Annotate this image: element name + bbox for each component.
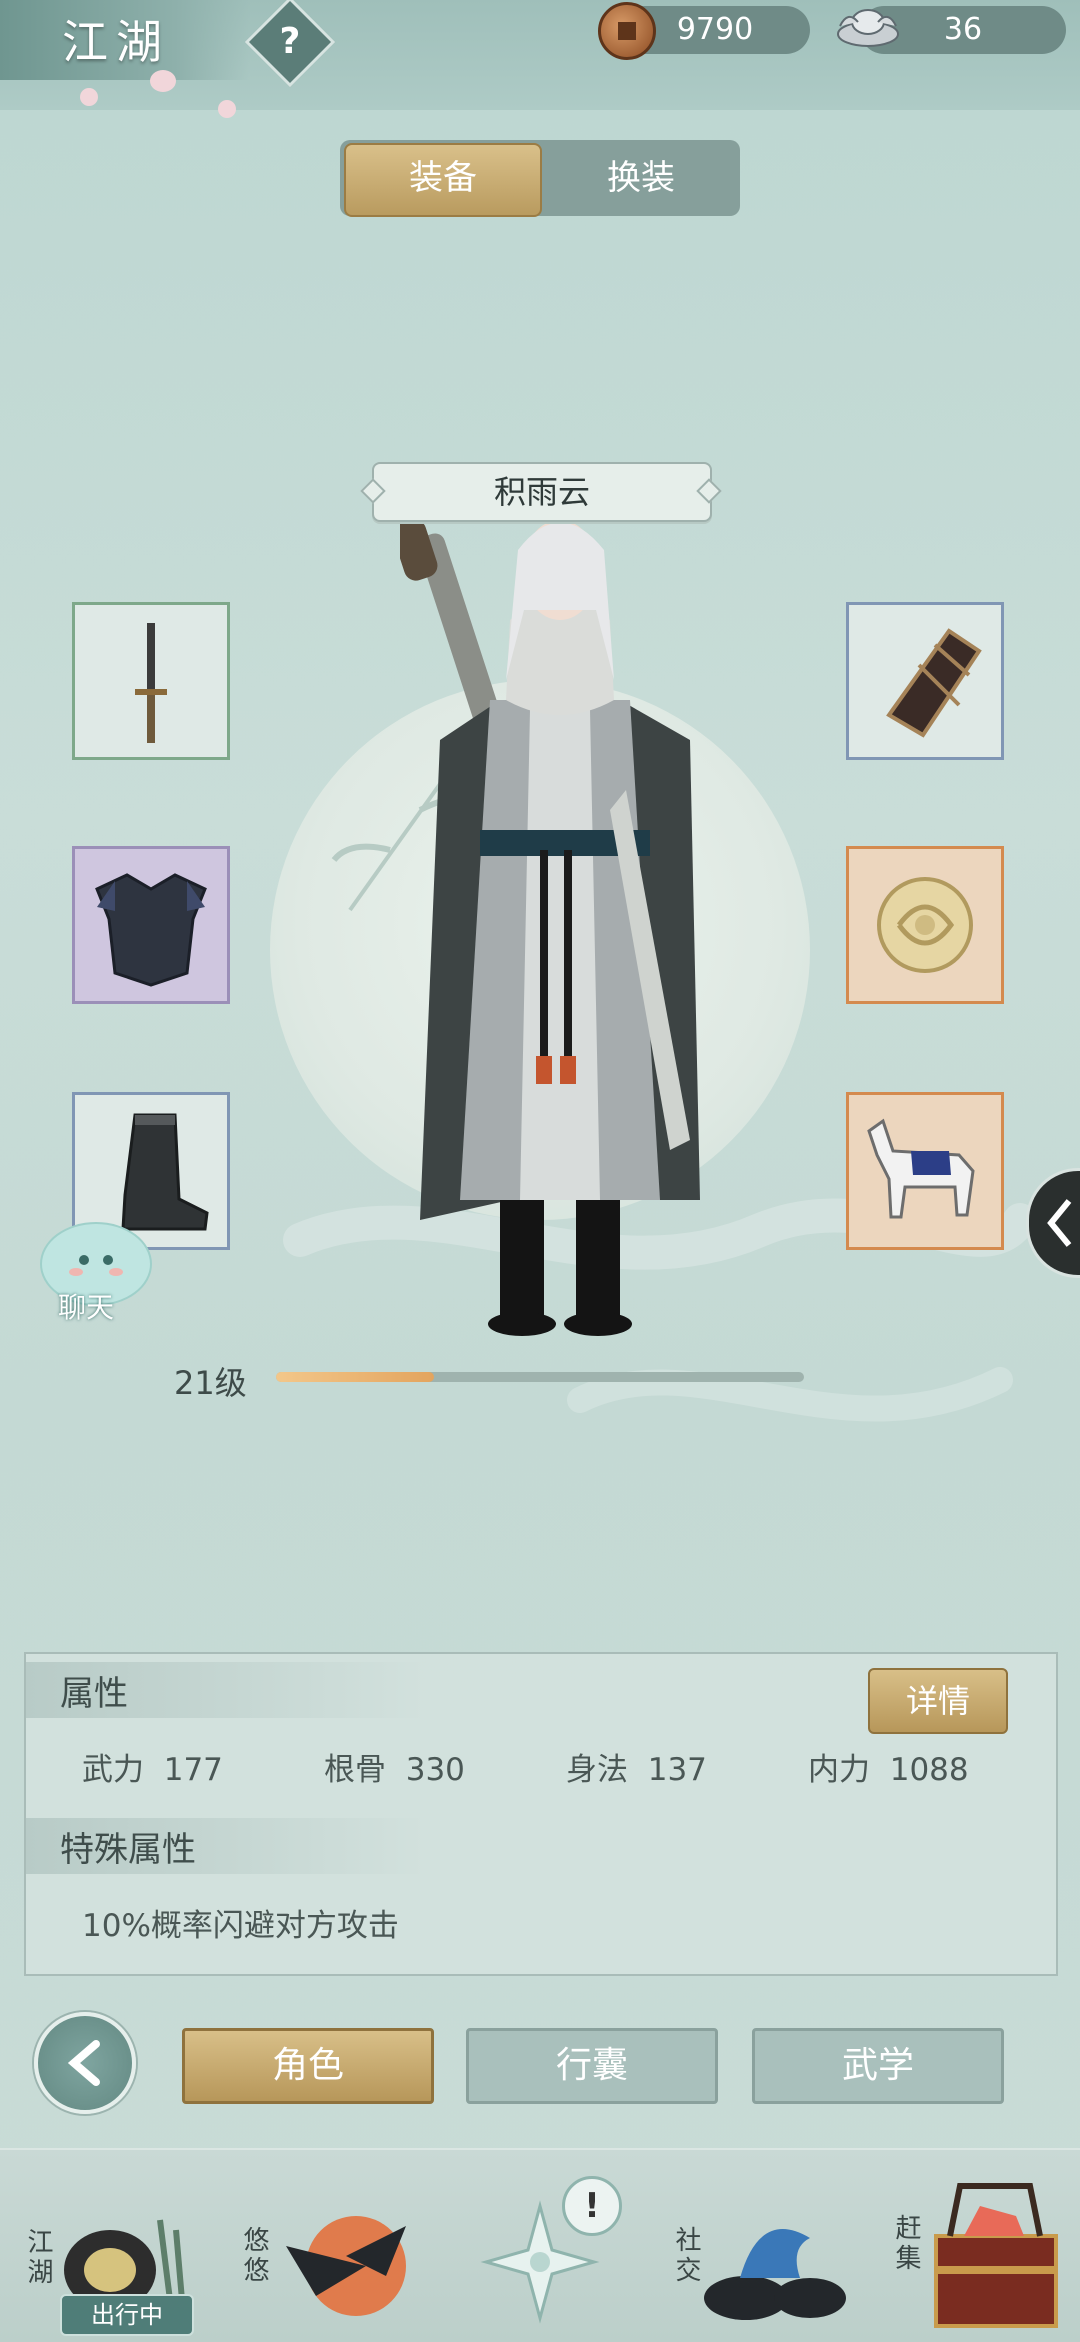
chat-label[interactable]: 聊天 [58, 1286, 114, 1326]
copper-coin-icon [598, 2, 656, 60]
sword-icon [135, 623, 167, 743]
nav-jianghu[interactable]: 江湖 出行中 [20, 2200, 200, 2336]
stat-value: 1088 [889, 1752, 969, 1788]
jade-slot[interactable] [846, 846, 1004, 1004]
stat-label: 武力 [82, 1752, 144, 1788]
character-name-plate: 积雨云 [372, 462, 712, 522]
nav-label: 江湖 [23, 2228, 53, 2288]
chest-armor-icon [95, 873, 207, 987]
blossom-decoration [218, 100, 236, 118]
market-box-icon [934, 2183, 1058, 2328]
stat-inner-power: 内力 1088 [808, 1744, 969, 1789]
travel-status-badge: 出行中 [60, 2294, 194, 2336]
level-label: 21级 [174, 1364, 247, 1402]
nav-label: 赶集 [891, 2214, 921, 2274]
nav-social[interactable]: 社交 [660, 2198, 850, 2338]
attributes-title: 属性 [60, 1674, 128, 1714]
chevron-left-icon [1047, 1199, 1072, 1247]
tab-character[interactable]: 角色 [182, 2028, 434, 2104]
stat-label: 内力 [808, 1752, 870, 1788]
nav-youyou[interactable]: 悠悠 [236, 2190, 416, 2330]
tab-equipment[interactable]: 装备 [344, 140, 542, 216]
stat-value: 330 [405, 1752, 465, 1788]
level-progress-fill [276, 1372, 434, 1382]
details-button[interactable]: 详情 [868, 1668, 1008, 1734]
bracer-slot[interactable] [846, 602, 1004, 760]
tab-inventory[interactable]: 行囊 [466, 2028, 718, 2104]
bracer-icon [886, 628, 982, 738]
horse-icon [867, 1118, 975, 1219]
stat-label: 根骨 [324, 1752, 386, 1788]
nav-market[interactable]: 赶集 [880, 2176, 1070, 2336]
tab-martial-arts[interactable]: 武学 [752, 2028, 1004, 2104]
stat-label: 身法 [566, 1752, 628, 1788]
character-model [400, 519, 700, 1336]
page-title: 江湖 [62, 15, 170, 69]
stat-value: 137 [647, 1752, 707, 1788]
special-title: 特殊属性 [60, 1830, 196, 1870]
back-arrow-icon [67, 2040, 100, 2086]
special-text: 10%概率闪避对方攻击 [82, 1908, 399, 1944]
nav-center-star[interactable]: ! [470, 2176, 630, 2336]
tab-outfit[interactable]: 换装 [542, 140, 740, 216]
mount-slot[interactable] [846, 1092, 1004, 1250]
help-icon: ? [279, 21, 301, 62]
nav-label: 悠悠 [239, 2226, 269, 2286]
social-wave-icon [704, 2229, 846, 2320]
alert-badge: ! [562, 2176, 622, 2236]
nav-label: 社交 [671, 2226, 701, 2286]
blossom-decoration [80, 88, 98, 106]
swallow-icon [286, 2216, 406, 2316]
back-button[interactable] [34, 2012, 136, 2114]
weapon-slot[interactable] [72, 602, 230, 760]
side-drawer-toggle[interactable] [1026, 1168, 1080, 1278]
armor-slot[interactable] [72, 846, 230, 1004]
silver-ingot-icon [837, 9, 899, 47]
jade-pendant-icon [877, 877, 973, 973]
stat-agility: 身法 137 [566, 1744, 707, 1789]
stat-constitution: 根骨 330 [324, 1744, 465, 1789]
character-name: 积雨云 [493, 473, 590, 511]
stat-value: 177 [163, 1752, 223, 1788]
stat-might: 武力 177 [82, 1744, 223, 1789]
blossom-decoration [150, 70, 176, 92]
